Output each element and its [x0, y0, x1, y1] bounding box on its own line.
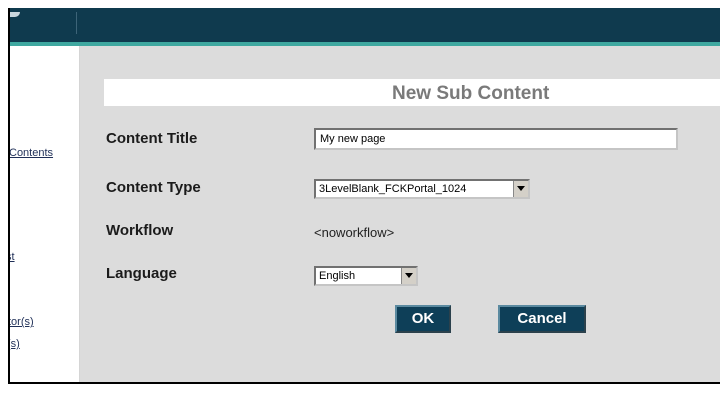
sidebar: Contents st tor(s) (s) — [10, 46, 80, 382]
logo-fragment — [10, 12, 20, 17]
header-divider — [76, 12, 77, 34]
form-title-bar: New Sub Content — [104, 79, 720, 106]
app-window: Contents st tor(s) (s) New Sub Content C… — [8, 8, 720, 384]
content-type-label: Content Type — [106, 179, 201, 196]
page-title: New Sub Content — [392, 83, 550, 104]
sidebar-link-list[interactable]: st — [10, 251, 15, 263]
content-type-value: 3LevelBlank_FCKPortal_1024 — [319, 183, 467, 195]
sidebar-link-editors[interactable]: tor(s) — [10, 316, 34, 328]
main-content: New Sub Content Content Title My new pag… — [80, 46, 720, 382]
content-title-label: Content Title — [106, 130, 198, 147]
workflow-value: <noworkflow> — [314, 225, 395, 240]
cancel-button[interactable]: Cancel — [498, 305, 586, 333]
language-dropdown-button[interactable] — [401, 268, 416, 284]
top-header-bar — [10, 8, 720, 46]
content-title-input[interactable]: My new page — [314, 128, 678, 150]
sidebar-link-approvers[interactable]: (s) — [10, 338, 20, 350]
chevron-down-icon — [405, 273, 413, 278]
language-value: English — [319, 270, 356, 282]
content-type-dropdown-button[interactable] — [513, 181, 528, 197]
chevron-down-icon — [517, 186, 525, 191]
language-label: Language — [106, 265, 177, 282]
ok-button[interactable]: OK — [395, 305, 451, 333]
workflow-label: Workflow — [106, 222, 174, 239]
sidebar-link-contents[interactable]: Contents — [10, 147, 53, 159]
content-type-select[interactable]: 3LevelBlank_FCKPortal_1024 — [314, 179, 530, 199]
language-select[interactable]: English — [314, 266, 418, 286]
